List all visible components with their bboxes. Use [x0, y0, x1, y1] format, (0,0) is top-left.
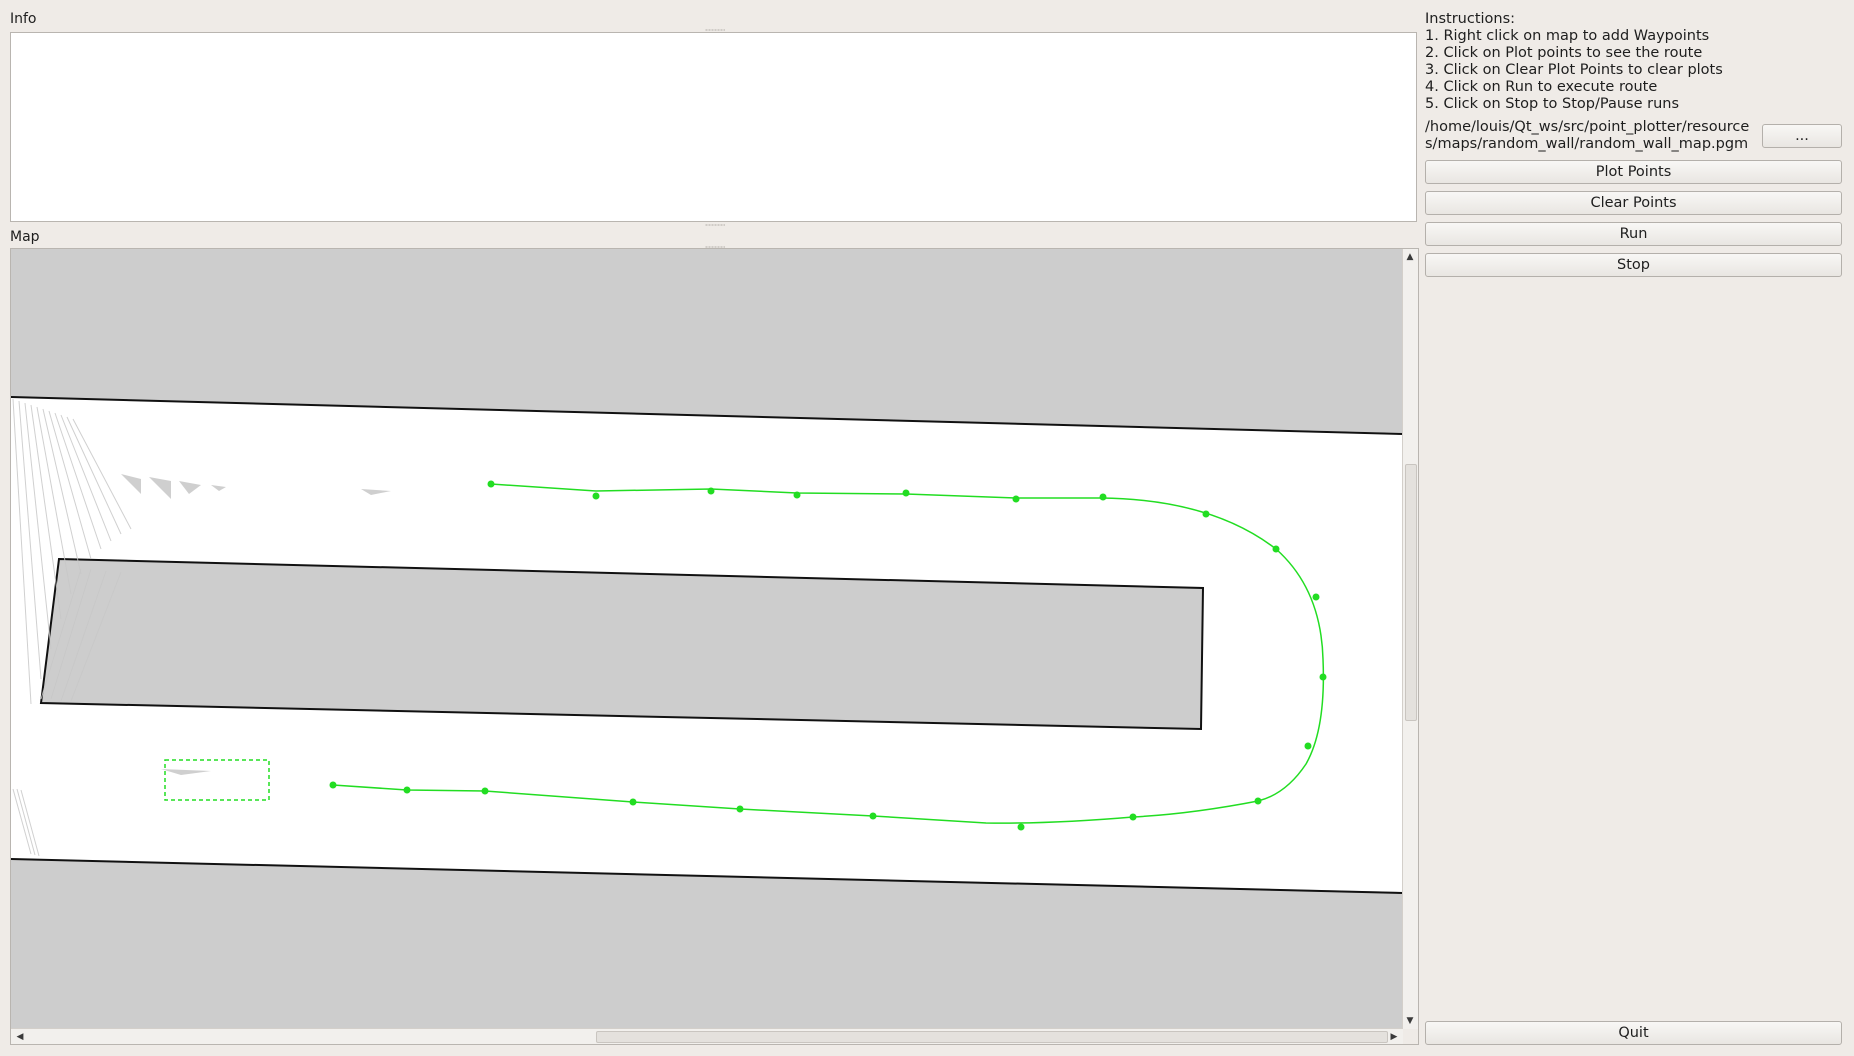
waypoint-dot [629, 798, 637, 806]
info-label: Info [10, 11, 37, 27]
inner-obstacle [39, 557, 1205, 731]
waypoint-dot [481, 787, 489, 795]
map-view[interactable]: ▲ ▼ ◀ ▶ [10, 248, 1419, 1045]
waypoint-dot [736, 805, 744, 813]
instruction-step: 1. Right click on map to add Waypoints [1425, 28, 1710, 44]
waypoint-dot [1017, 823, 1025, 831]
waypoint-dot [1304, 742, 1312, 750]
browse-button[interactable]: ... [1762, 124, 1842, 148]
splitter-handle[interactable] [705, 224, 725, 226]
scroll-down-icon[interactable]: ▼ [1403, 1015, 1417, 1027]
scroll-up-icon[interactable]: ▲ [1403, 251, 1417, 263]
map-label: Map [10, 229, 40, 245]
info-textbox[interactable] [10, 32, 1417, 222]
vertical-scroll-thumb[interactable] [1405, 464, 1417, 721]
waypoint-dot [1272, 545, 1280, 553]
stop-button[interactable]: Stop [1425, 253, 1842, 277]
waypoint-dot [707, 487, 715, 495]
scrollbar-corner [1403, 1029, 1418, 1044]
waypoint-dot [869, 812, 877, 820]
waypoint-dot [902, 489, 910, 497]
waypoint-dot [1129, 813, 1137, 821]
instructions-title: Instructions: [1425, 11, 1516, 27]
waypoint-dot [592, 492, 600, 500]
instruction-step: 4. Click on Run to execute route [1425, 79, 1658, 95]
waypoint-dot [1012, 495, 1020, 503]
instruction-step: 2. Click on Plot points to see the route [1425, 45, 1703, 61]
horizontal-scrollbar[interactable]: ◀ ▶ [11, 1028, 1403, 1044]
waypoint-dot [1319, 673, 1327, 681]
map-canvas[interactable] [11, 249, 1403, 1029]
clear-points-button[interactable]: Clear Points [1425, 191, 1842, 215]
map-file-path: /home/louis/Qt_ws/src/point_plotter/reso… [1425, 119, 1755, 153]
scroll-right-icon[interactable]: ▶ [1387, 1031, 1401, 1043]
instruction-step: 3. Click on Clear Plot Points to clear p… [1425, 62, 1723, 78]
quit-button[interactable]: Quit [1425, 1021, 1842, 1045]
waypoint-dot [1312, 593, 1320, 601]
run-button[interactable]: Run [1425, 222, 1842, 246]
splitter-handle[interactable] [705, 29, 725, 31]
waypoint-dot [793, 491, 801, 499]
file-path-text: /home/louis/Qt_ws/src/point_plotter/reso… [1425, 119, 1750, 152]
waypoint-dot [1254, 797, 1262, 805]
horizontal-scroll-thumb[interactable] [596, 1031, 1388, 1043]
waypoint-dot [487, 480, 495, 488]
instructions-panel: Instructions: 1. Right click on map to a… [1425, 11, 1723, 113]
instruction-step: 5. Click on Stop to Stop/Pause runs [1425, 96, 1680, 112]
vertical-scrollbar[interactable]: ▲ ▼ [1402, 249, 1418, 1029]
waypoint-dot [329, 781, 337, 789]
waypoint-dot [403, 786, 411, 794]
scroll-left-icon[interactable]: ◀ [13, 1031, 27, 1043]
plot-points-button[interactable]: Plot Points [1425, 160, 1842, 184]
waypoint-dot [1099, 493, 1107, 501]
waypoint-dot [1202, 510, 1210, 518]
